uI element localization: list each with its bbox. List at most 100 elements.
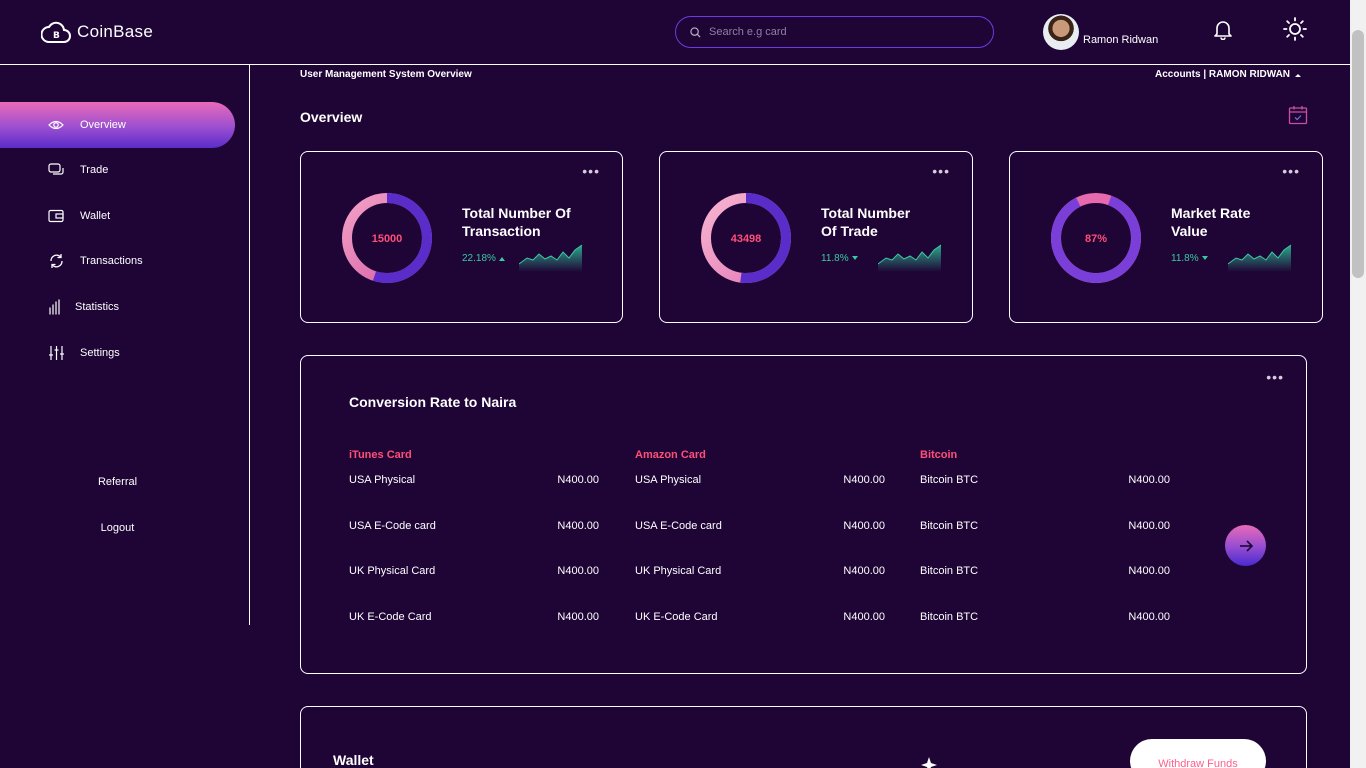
app-logo[interactable]: B CoinBase [41,19,153,45]
more-options-icon[interactable]: ••• [582,164,600,178]
stat-title-line: Total Number Of [462,205,571,221]
cloud-logo-icon: B [41,21,71,43]
stat-title-line: Market Rate [1171,205,1251,221]
list-item: Bitcoin BTC N400.00 [920,611,1170,623]
rate-price: N400.00 [557,611,599,623]
sidebar: Overview Trade Wallet Transactions Stati… [0,65,250,625]
arrow-right-icon [1239,539,1253,552]
rate-name: USA Physical [349,474,416,486]
stat-title-line: Total Number [821,205,911,221]
next-arrow-button[interactable] [1225,525,1266,566]
rate-name: UK Physical Card [635,565,722,577]
more-options-icon[interactable]: ••• [1266,370,1284,384]
rate-price: N400.00 [1128,520,1170,532]
rate-price: N400.00 [557,474,599,486]
bar-chart-icon [49,299,60,315]
referral-link[interactable]: Referral [0,476,235,488]
bell-icon[interactable] [1212,18,1234,40]
stat-title-line: Transaction [462,223,541,239]
search-box[interactable] [675,16,994,48]
rate-price: N400.00 [557,520,599,532]
donut-chart: 15000 [342,193,432,283]
list-item: UK E-Code Card N400.00 [349,611,599,623]
caret-up-icon [1295,73,1302,77]
sun-icon[interactable] [1283,17,1307,41]
rate-name: UK E-Code Card [349,611,432,623]
rate-name: UK Physical Card [349,565,436,577]
conversion-column-amazon: Amazon Card USA Physical N400.00 USA E-Co… [635,449,885,623]
rate-name: Bitcoin BTC [920,565,979,577]
stat-change-value: 11.8% [821,253,849,264]
sidebar-item-label: Settings [80,347,120,359]
vertical-scrollbar[interactable] [1350,0,1366,768]
sidebar-item-label: Statistics [75,301,120,313]
breadcrumb: User Management System Overview [300,69,472,80]
rate-name: Bitcoin BTC [920,474,979,486]
stat-title: Total Number Of Transaction [462,204,571,240]
wallet-title: Wallet [333,752,374,768]
list-item: USA E-Code card N400.00 [349,520,599,532]
caret-up-icon [498,257,505,261]
list-item: USA Physical N400.00 [349,474,599,486]
list-item: USA E-Code card N400.00 [635,520,885,532]
app-name: CoinBase [77,22,154,41]
user-name: Ramon Ridwan [1083,34,1159,46]
stat-value: 87% [1085,233,1107,245]
more-options-icon[interactable]: ••• [1282,164,1300,178]
refresh-icon [50,254,63,268]
list-item: Bitcoin BTC N400.00 [920,565,1170,577]
chat-icon [48,163,64,175]
column-heading: iTunes Card [349,449,412,461]
sidebar-item-label: Wallet [80,210,111,222]
rate-price: N400.00 [1128,565,1170,577]
rate-name: USA E-Code card [349,520,436,532]
stat-value: 43498 [731,233,762,245]
calendar-icon[interactable] [1288,105,1308,125]
list-item: USA Physical N400.00 [635,474,885,486]
rate-name: UK E-Code Card [635,611,718,623]
stat-title-line: Value [1171,223,1208,239]
stat-value: 15000 [372,233,403,245]
donut-chart: 87% [1051,193,1141,283]
column-heading: Amazon Card [635,449,706,461]
avatar[interactable] [1043,14,1079,50]
column-heading: Bitcoin [920,449,958,461]
stat-title: Total Number Of Trade [821,204,910,240]
rate-name: USA Physical [635,474,702,486]
rate-name: Bitcoin BTC [920,611,979,623]
stat-change: 22.18% [462,253,505,264]
rate-price: N400.00 [843,520,885,532]
eye-icon [48,120,64,130]
logout-link[interactable]: Logout [0,522,235,534]
accounts-dropdown[interactable]: Accounts | RAMON RIDWAN [1155,69,1302,80]
caret-down-icon [1201,256,1208,260]
stat-change: 11.8% [821,253,858,264]
list-item: UK Physical Card N400.00 [349,565,599,577]
stat-card-transactions: ••• 15000 Total Number Of Transaction 22… [300,151,623,323]
conversion-column-bitcoin: Bitcoin Bitcoin BTC N400.00 Bitcoin BTC N4… [920,449,1170,623]
more-options-icon[interactable]: ••• [932,164,950,178]
rate-name: Bitcoin BTC [920,520,979,532]
top-header: B CoinBase Ramon Ridwan [0,0,1350,65]
rate-price: N400.00 [843,474,885,486]
wallet-panel: Wallet Withdraw Funds [300,706,1307,768]
sparkline [878,244,942,272]
accounts-label: Accounts | RAMON RIDWAN [1155,69,1291,80]
stat-change-value: 22.18% [462,253,496,264]
sparkline [1228,244,1292,272]
scrollbar-thumb[interactable] [1352,30,1364,278]
wallet-icon [48,209,64,223]
stat-card-market-rate: ••• 87% Market Rate Value 11.8% [1009,151,1323,323]
rate-name: USA E-Code card [635,520,722,532]
sidebar-item-label: Overview [80,119,126,131]
conversion-rate-panel: ••• Conversion Rate to Naira iTunes Card… [300,355,1307,674]
search-input[interactable] [709,26,959,38]
search-icon [690,26,701,38]
withdraw-funds-button[interactable]: Withdraw Funds [1130,739,1266,768]
list-item: Bitcoin BTC N400.00 [920,520,1170,532]
sliders-icon [49,346,64,360]
sidebar-item-overview[interactable]: Overview [0,102,235,148]
rate-price: N400.00 [1128,474,1170,486]
conversion-column-itunes: iTunes Card USA Physical N400.00 USA E-Co… [349,449,599,623]
stat-change-value: 11.8% [1171,253,1199,264]
